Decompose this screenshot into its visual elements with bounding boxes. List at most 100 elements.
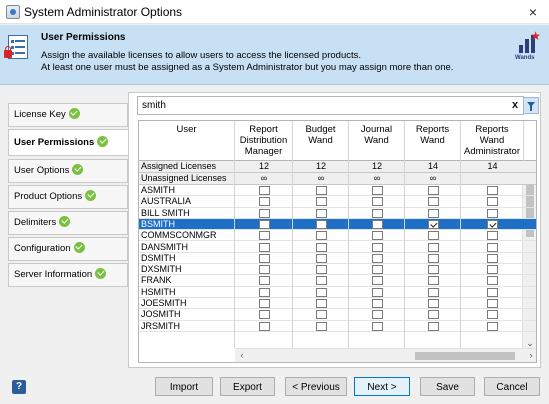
license-checkbox[interactable] <box>487 219 498 229</box>
nav-item-user-permissions[interactable]: User Permissions <box>8 129 130 156</box>
license-checkbox[interactable] <box>315 265 327 275</box>
license-checkbox[interactable] <box>371 253 383 263</box>
license-checkbox[interactable] <box>427 253 439 263</box>
license-checkbox[interactable] <box>427 197 439 207</box>
license-checkbox[interactable] <box>315 253 327 263</box>
license-checkbox[interactable] <box>258 242 270 252</box>
horizontal-scroll-thumb[interactable] <box>415 352 515 360</box>
license-checkbox[interactable] <box>371 186 383 195</box>
user-row[interactable]: BILL SMITH <box>139 208 536 219</box>
nav-item-user-options[interactable]: User Options <box>8 159 128 183</box>
license-checkbox[interactable] <box>487 276 498 286</box>
license-checkbox[interactable] <box>258 321 270 331</box>
license-checkbox[interactable] <box>315 231 327 241</box>
column-header[interactable]: Reports Wand Administrator <box>461 121 524 161</box>
license-checkbox[interactable] <box>427 242 439 252</box>
user-row[interactable]: ASMITH <box>139 185 536 197</box>
nav-item-product-options[interactable]: Product Options <box>8 185 128 209</box>
export-button[interactable]: Export <box>220 377 275 396</box>
user-row[interactable]: DANSMITH <box>139 242 536 253</box>
user-row[interactable]: BSMITH <box>139 218 536 231</box>
license-checkbox[interactable] <box>258 253 270 263</box>
license-checkbox[interactable] <box>427 321 439 331</box>
license-checkbox[interactable] <box>315 219 327 229</box>
license-checkbox[interactable] <box>487 231 498 241</box>
license-checkbox[interactable] <box>258 310 270 320</box>
scroll-right-icon[interactable]: › <box>524 349 536 362</box>
license-checkbox[interactable] <box>315 197 327 207</box>
license-checkbox[interactable] <box>371 276 383 286</box>
license-checkbox[interactable] <box>258 299 270 308</box>
license-checkbox[interactable] <box>258 208 270 218</box>
license-checkbox[interactable] <box>427 310 439 320</box>
license-checkbox[interactable] <box>315 299 327 308</box>
help-icon[interactable]: ? <box>12 380 26 394</box>
license-checkbox[interactable] <box>427 299 439 308</box>
user-row[interactable]: JOESMITH <box>139 298 536 310</box>
license-checkbox[interactable] <box>371 219 383 229</box>
license-checkbox[interactable] <box>487 208 498 218</box>
license-checkbox[interactable] <box>258 231 270 241</box>
close-button[interactable]: × <box>517 0 549 24</box>
user-row[interactable]: AUSTRALIA <box>139 196 536 208</box>
license-checkbox[interactable] <box>258 287 270 297</box>
license-checkbox[interactable] <box>427 186 439 195</box>
license-checkbox[interactable] <box>487 253 498 263</box>
user-row[interactable]: HSMITH <box>139 287 536 298</box>
filter-icon[interactable] <box>523 97 539 114</box>
license-checkbox[interactable] <box>258 197 270 207</box>
nav-item-configuration[interactable]: Configuration <box>8 237 128 261</box>
license-checkbox[interactable] <box>315 276 327 286</box>
license-checkbox[interactable] <box>487 265 498 275</box>
scroll-left-icon[interactable]: ‹ <box>235 349 249 362</box>
license-checkbox[interactable] <box>258 276 270 286</box>
user-search-input[interactable] <box>137 96 524 115</box>
user-row[interactable]: JRSMITH <box>139 321 536 332</box>
nav-item-delimiters[interactable]: Delimiters <box>8 211 128 235</box>
license-checkbox[interactable] <box>315 287 327 297</box>
column-header[interactable]: Reports Wand <box>405 121 461 161</box>
license-checkbox[interactable] <box>315 321 327 331</box>
license-checkbox[interactable] <box>258 219 270 229</box>
license-checkbox[interactable] <box>487 321 498 331</box>
nav-item-server-information[interactable]: Server Information <box>8 263 128 287</box>
license-checkbox[interactable] <box>487 242 498 252</box>
user-row[interactable]: FRANK <box>139 275 536 287</box>
user-row[interactable]: COMMSCONMGR <box>139 230 536 242</box>
license-checkbox[interactable] <box>371 208 383 218</box>
user-row[interactable]: DSMITH <box>139 253 536 265</box>
license-checkbox[interactable] <box>487 287 498 297</box>
license-checkbox[interactable] <box>487 299 498 308</box>
license-checkbox[interactable] <box>315 310 327 320</box>
license-checkbox[interactable] <box>427 276 439 286</box>
column-header[interactable]: Report Distribution Manager <box>235 121 293 161</box>
license-checkbox[interactable] <box>427 208 439 218</box>
license-checkbox[interactable] <box>315 186 327 195</box>
previous-button[interactable]: < Previous <box>285 377 347 396</box>
license-checkbox[interactable] <box>371 265 383 275</box>
cancel-button[interactable]: Cancel <box>484 377 540 396</box>
nav-item-license-key[interactable]: License Key <box>8 103 128 127</box>
license-checkbox[interactable] <box>258 265 270 275</box>
next-button[interactable]: Next > <box>354 377 410 396</box>
user-column-header[interactable]: User <box>139 121 235 161</box>
license-checkbox[interactable] <box>487 310 498 320</box>
column-header[interactable]: Budget Wand <box>293 121 349 161</box>
license-checkbox[interactable] <box>315 208 327 218</box>
license-checkbox[interactable] <box>487 197 498 207</box>
import-button[interactable]: Import <box>155 377 213 396</box>
license-checkbox[interactable] <box>371 321 383 331</box>
license-checkbox[interactable] <box>371 242 383 252</box>
license-checkbox[interactable] <box>371 299 383 308</box>
license-checkbox[interactable] <box>258 186 270 195</box>
license-checkbox[interactable] <box>371 310 383 320</box>
license-checkbox[interactable] <box>427 219 439 229</box>
license-checkbox[interactable] <box>427 265 439 275</box>
license-checkbox[interactable] <box>371 197 383 207</box>
license-checkbox[interactable] <box>487 186 498 195</box>
user-row[interactable]: JOSMITH <box>139 309 536 321</box>
horizontal-scrollbar[interactable]: ‹ › <box>235 348 536 362</box>
column-header[interactable]: Journal Wand <box>349 121 405 161</box>
save-button[interactable]: Save <box>420 377 475 396</box>
license-checkbox[interactable] <box>371 231 383 241</box>
